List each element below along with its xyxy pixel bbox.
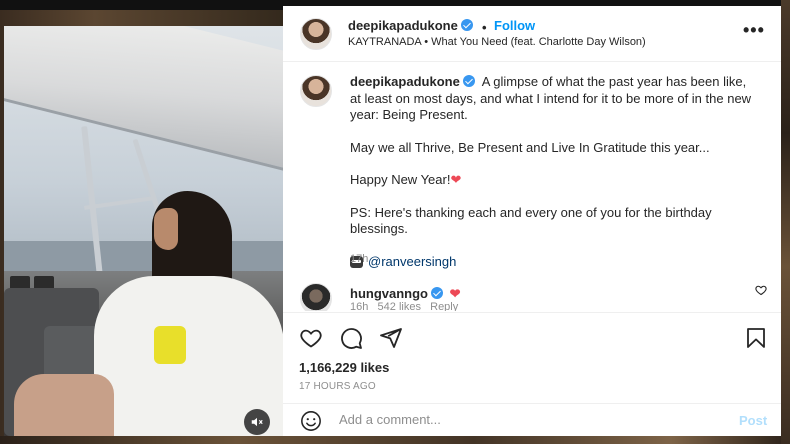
verified-badge-icon (460, 19, 473, 31)
video-person-leg (14, 374, 114, 436)
more-options-icon[interactable]: ••• (743, 20, 765, 41)
likes-count[interactable]: 1,166,229 likes (299, 360, 389, 375)
post-video[interactable] (4, 26, 283, 436)
commenter-avatar[interactable] (300, 283, 332, 311)
audio-track-link[interactable]: KAYTRANADA • What You Need (feat. Charlo… (348, 36, 646, 48)
follow-button[interactable]: Follow (494, 18, 535, 33)
post-timestamp[interactable]: 17 HOURS AGO (299, 381, 376, 392)
caption-avatar[interactable] (300, 75, 332, 107)
caption-line: PS: Here's thanking each and every one o… (350, 204, 712, 237)
caption-mention-line: @ranveersingh (350, 254, 760, 271)
comment-icon[interactable] (339, 326, 363, 350)
heart-emoji-icon: ❤ (449, 286, 461, 301)
post-details-panel: deepikapadukone • Follow KAYTRANADA • Wh… (283, 6, 781, 436)
caption: deepikapadukone A glimpse of what the pa… (350, 74, 760, 270)
comments-section[interactable]: deepikapadukone A glimpse of what the pa… (283, 63, 781, 311)
reply-button[interactable]: Reply (430, 301, 458, 311)
mute-icon (251, 417, 263, 427)
video-person-face (154, 208, 178, 250)
verified-badge-icon (431, 287, 443, 299)
backdrop-bottom-strip (0, 436, 790, 444)
caption-line: Happy New Year!❤ (350, 172, 760, 189)
comment-meta: 16h 542 likes Reply (350, 301, 458, 311)
comment-input[interactable] (339, 412, 719, 427)
comment-like-heart-icon[interactable] (755, 284, 767, 296)
post-comment-button[interactable]: Post (739, 413, 767, 428)
share-icon[interactable] (379, 326, 403, 350)
caption-username[interactable]: deepikapadukone (350, 74, 460, 89)
caption-line-text: Happy New Year! (350, 172, 451, 187)
emoji-icon[interactable] (300, 410, 322, 432)
caption-time: 17h (350, 253, 369, 265)
heart-icon[interactable] (299, 326, 323, 350)
comment-likes[interactable]: 542 likes (378, 301, 421, 311)
comment-time: 16h (350, 301, 369, 311)
post-username: deepikapadukone (348, 18, 458, 33)
header-separator: • (482, 20, 487, 35)
comment-composer: Post (283, 403, 781, 437)
commenter-username-link[interactable]: hungvanngo ❤ (350, 286, 461, 302)
verified-badge-icon (462, 75, 475, 87)
post-header: deepikapadukone • Follow KAYTRANADA • Wh… (283, 6, 781, 62)
post-actions: 1,166,229 likes 17 HOURS AGO Post (283, 312, 781, 436)
mention-link[interactable]: @ranveersingh (368, 254, 456, 269)
avatar[interactable] (300, 18, 332, 50)
video-person-top (154, 326, 186, 364)
caption-line: May we all Thrive, Be Present and Live I… (350, 139, 710, 155)
post-username-link[interactable]: deepikapadukone (348, 18, 473, 33)
heart-emoji-icon: ❤ (450, 172, 462, 187)
backdrop-right-strip (781, 0, 790, 444)
commenter-username: hungvanngo (350, 286, 428, 301)
bookmark-icon[interactable] (744, 326, 768, 350)
mute-button[interactable] (244, 409, 270, 435)
